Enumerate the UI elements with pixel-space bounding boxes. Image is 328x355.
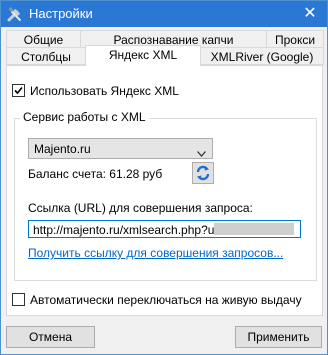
request-url-input[interactable]: http://majento.ru/xmlsearch.php?user= <box>28 220 301 238</box>
checkmark-icon <box>14 86 23 95</box>
refresh-balance-button[interactable] <box>192 162 214 184</box>
tab-proxy[interactable]: Прокси <box>266 30 324 48</box>
tab-columns[interactable]: Столбцы <box>6 47 86 65</box>
auto-switch-checkbox[interactable] <box>12 293 25 306</box>
close-button[interactable]: ✕ <box>293 1 327 27</box>
tools-icon <box>6 5 24 23</box>
tab-xmlriver[interactable]: XMLRiver (Google) <box>200 47 324 65</box>
request-url-value: http://majento.ru/xmlsearch.php?user= <box>33 223 239 237</box>
auto-switch-label[interactable]: Автоматически переключаться на живую выд… <box>30 293 302 307</box>
window-title: Настройки <box>29 6 93 21</box>
tab-yandex-xml[interactable]: Яндекс XML <box>85 45 201 66</box>
xml-service-select[interactable]: Majento.ru <box>28 138 213 159</box>
title-bar[interactable]: Настройки ✕ <box>1 1 327 27</box>
balance-text: Баланс счета: 61.28 руб <box>28 167 163 181</box>
xml-service-group-title: Сервис работы с XML <box>20 110 149 124</box>
xml-service-select-value: Majento.ru <box>34 142 91 156</box>
cancel-button[interactable]: Отмена <box>6 326 95 348</box>
url-label: Ссылка (URL) для совершения запроса: <box>28 201 253 215</box>
refresh-icon <box>196 165 210 181</box>
chevron-down-icon <box>197 146 206 160</box>
masked-credentials <box>214 223 294 235</box>
use-yandex-xml-checkbox[interactable] <box>12 84 25 97</box>
apply-button[interactable]: Применить <box>235 326 322 348</box>
settings-window: Настройки ✕ Общие Распознавание капчи Пр… <box>0 0 328 355</box>
tab-general[interactable]: Общие <box>6 30 81 48</box>
use-yandex-xml-label[interactable]: Использовать Яндекс XML <box>30 84 179 98</box>
get-request-link[interactable]: Получить ссылку для совершения запросов.… <box>28 246 283 260</box>
